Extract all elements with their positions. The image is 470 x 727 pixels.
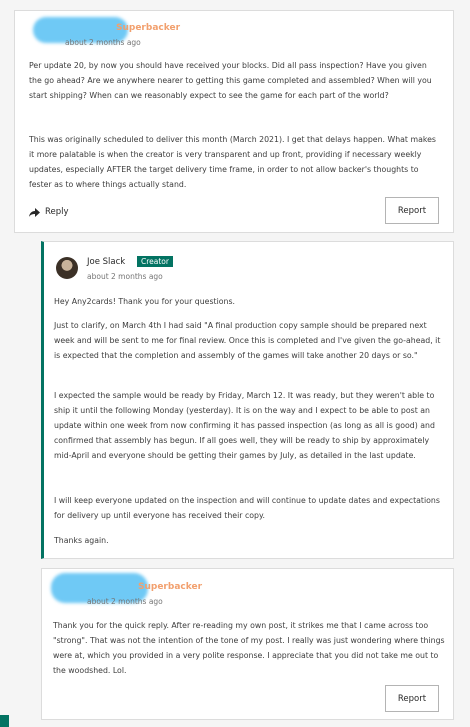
comment-paragraph: Just to clarify, on March 4th I had said…: [54, 321, 441, 360]
creator-reply-card: Joe Slack Creator about 2 months ago Hey…: [41, 241, 454, 559]
report-button[interactable]: Report: [385, 685, 439, 712]
comment-paragraph: Per update 20, by now you should have re…: [29, 61, 432, 100]
comment-card: Superbacker about 2 months ago Thank you…: [41, 568, 454, 720]
comment-card: Superbacker about 2 months ago Per updat…: [14, 10, 454, 233]
comment-paragraph: This was originally scheduled to deliver…: [29, 135, 436, 189]
avatar: [56, 257, 78, 279]
comment-paragraph: Hey Any2cards! Thank you for your questi…: [54, 297, 236, 306]
comment-paragraph: Thanks again.: [54, 536, 109, 545]
comment-timestamp[interactable]: about 2 months ago: [65, 38, 141, 47]
reply-arrow-icon: [29, 207, 40, 217]
reply-label: Reply: [45, 207, 69, 217]
comment-paragraph: I will keep everyone updated on the insp…: [54, 496, 440, 520]
comment-paragraph: I expected the sample would be ready by …: [54, 391, 435, 460]
comment-timestamp[interactable]: about 2 months ago: [87, 272, 163, 281]
author-name[interactable]: Joe Slack: [87, 257, 125, 267]
comment-paragraph: Thank you for the quick reply. After re-…: [53, 621, 445, 675]
reply-button[interactable]: Reply: [29, 207, 69, 217]
comment-timestamp[interactable]: about 2 months ago: [87, 597, 163, 606]
superbacker-badge: Superbacker: [116, 23, 181, 33]
creator-badge: Creator: [137, 256, 173, 267]
report-button[interactable]: Report: [385, 197, 439, 224]
superbacker-badge: Superbacker: [138, 582, 203, 592]
page-edge-indicator: [0, 715, 9, 727]
